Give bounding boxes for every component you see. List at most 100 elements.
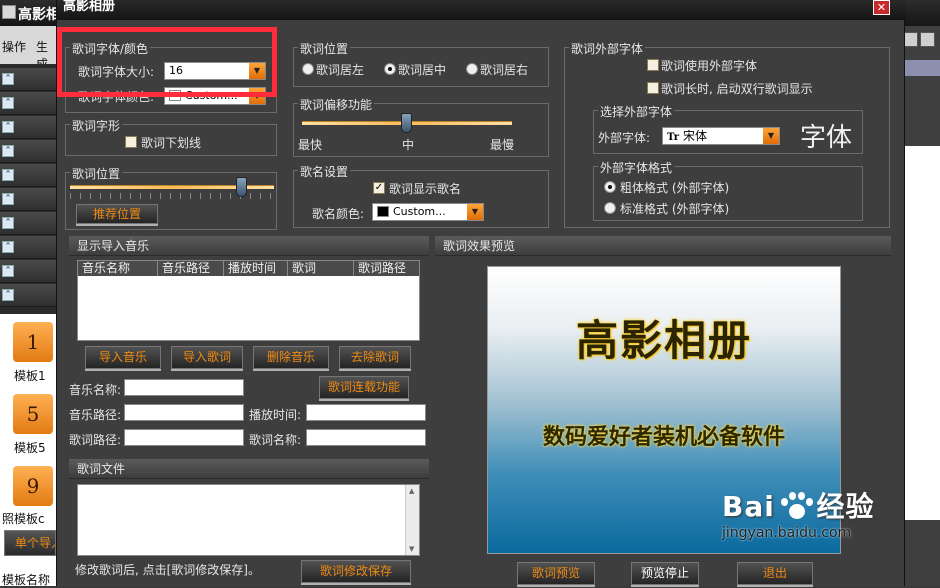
import-lyric-button[interactable]: 导入歌词 <box>171 346 243 369</box>
song-color-value: Custom... <box>393 205 446 218</box>
offset-fastest-label: 最快 <box>298 138 323 152</box>
music-name-label: 音乐名称: <box>69 383 122 397</box>
show-song-name-checkbox[interactable]: ✓ <box>373 182 385 194</box>
lyric-editor-scrollbar[interactable]: ▲ ▼ <box>405 485 419 555</box>
template-label: 模板1 <box>14 369 46 383</box>
column-header[interactable]: 音乐路径 <box>158 261 224 276</box>
menu-operate[interactable]: 操作 <box>2 38 26 55</box>
group-title: 歌词字形 <box>70 117 123 134</box>
scroll-down-icon[interactable]: ▼ <box>409 545 414 553</box>
align-right-label: 歌词居右 <box>480 63 529 77</box>
preview-main-text: 高影相册 <box>575 316 752 365</box>
expand-icon: ⌃ <box>2 145 14 157</box>
expand-icon: ⌃ <box>2 169 14 181</box>
external-font-select[interactable]: Tr 宋体 ▼ <box>662 127 780 145</box>
lyric-save-note: 修改歌词后, 点击[歌词修改保存]。 <box>75 563 260 577</box>
watermark-logo-right: 经验 <box>816 490 875 523</box>
expand-icon: ⌃ <box>2 217 14 229</box>
position-slider-thumb[interactable] <box>236 177 247 197</box>
close-icon[interactable]: ✕ <box>873 0 890 15</box>
column-header[interactable]: 歌词 <box>288 261 354 276</box>
expand-icon: ⌃ <box>2 241 14 253</box>
exit-button[interactable]: 退出 <box>737 562 813 585</box>
double-line-checkbox[interactable] <box>647 82 659 94</box>
main-window-title: 高影相 <box>18 7 60 23</box>
align-left-radio[interactable] <box>302 63 314 75</box>
lyric-style-group: 歌词字形 歌词下划线 <box>65 117 277 156</box>
column-header[interactable]: 播放时间 <box>224 261 288 276</box>
underline-checkbox[interactable] <box>125 136 137 148</box>
import-music-header: 显示导入音乐 <box>69 236 429 256</box>
external-font-label: 外部字体: <box>598 131 651 145</box>
category-row[interactable]: ⌃ <box>0 68 56 91</box>
play-time-input[interactable] <box>306 404 426 421</box>
watermark-url: jingyan.baidu.com <box>722 525 852 541</box>
recommend-position-button[interactable]: 推荐位置 <box>76 204 158 224</box>
lyric-path-input[interactable] <box>124 429 244 446</box>
main-right-toolbar <box>905 60 940 76</box>
expand-icon: ⌃ <box>2 73 14 85</box>
template-tile[interactable]: 5 <box>13 394 53 434</box>
save-lyric-button[interactable]: 歌词修改保存 <box>301 560 411 583</box>
standard-format-label: 标准格式 (外部字体) <box>620 202 730 216</box>
category-row[interactable]: ⌃ <box>0 212 56 235</box>
align-right-radio[interactable] <box>466 63 478 75</box>
music-name-input[interactable] <box>124 379 244 396</box>
align-center-radio[interactable] <box>384 63 396 75</box>
lyric-path-label: 歌词路径: <box>69 433 122 447</box>
chevron-down-icon[interactable]: ▼ <box>467 204 483 220</box>
template-label: 照模板c <box>2 512 45 526</box>
maximize-icon[interactable] <box>920 32 935 47</box>
font-sample: 字体 <box>800 123 853 153</box>
expand-icon: ⌃ <box>2 193 14 205</box>
music-table[interactable]: 音乐名称 音乐路径 播放时间 歌词 歌词路径 <box>77 260 420 341</box>
category-row[interactable]: ⌃ <box>0 188 56 211</box>
align-center-label: 歌词居中 <box>398 63 447 77</box>
song-color-label: 歌名颜色: <box>312 207 365 221</box>
column-header[interactable]: 歌词路径 <box>354 261 421 276</box>
truetype-icon: Tr <box>667 132 679 143</box>
preview-lyric-button[interactable]: 歌词预览 <box>517 562 595 585</box>
lyric-name-input[interactable] <box>306 429 426 446</box>
remove-lyric-button[interactable]: 去除歌词 <box>339 346 411 369</box>
song-name-group: 歌名设置 ✓ 歌词显示歌名 歌名颜色: Custom... ▼ <box>293 163 549 228</box>
category-row[interactable]: ⌃ <box>0 260 56 283</box>
preview-sub-text: 数码爱好者装机必备软件 <box>542 424 785 450</box>
category-row[interactable]: ⌃ <box>0 92 56 115</box>
external-font-format-group: 外部字体格式 粗体格式 (外部字体) 标准格式 (外部字体) <box>593 159 863 221</box>
category-row[interactable]: ⌃ <box>0 236 56 259</box>
stop-preview-button[interactable]: 预览停止 <box>631 562 699 585</box>
main-right-canvas <box>905 146 940 520</box>
expand-icon: ⌃ <box>2 97 14 109</box>
single-import-button[interactable]: 单个导入 <box>4 530 56 556</box>
lyric-load-button[interactable]: 歌词连载功能 <box>319 376 409 399</box>
offset-slider-thumb[interactable] <box>401 113 412 133</box>
template-name-label: 模板名称 <box>2 573 51 587</box>
column-header[interactable]: 音乐名称 <box>78 261 158 276</box>
bold-format-radio[interactable] <box>604 181 616 193</box>
group-title: 歌名设置 <box>298 163 351 180</box>
category-row[interactable]: ⌃ <box>0 116 56 139</box>
minimize-icon[interactable] <box>903 32 918 47</box>
app-icon <box>2 5 16 19</box>
lyric-name-label: 歌词名称: <box>249 433 302 447</box>
category-row[interactable]: ⌃ <box>0 140 56 163</box>
import-music-button[interactable]: 导入音乐 <box>85 346 161 369</box>
use-external-font-checkbox[interactable] <box>647 59 659 71</box>
standard-format-radio[interactable] <box>604 202 616 214</box>
category-row[interactable]: ⌃ <box>0 164 56 187</box>
template-tile[interactable]: 1 <box>13 322 53 362</box>
category-row[interactable]: ⌃ <box>0 284 56 307</box>
chevron-down-icon[interactable]: ▼ <box>763 128 779 144</box>
lyric-offset-group: 歌词偏移功能 最快 中 最慢 <box>293 96 549 157</box>
expand-icon: ⌃ <box>2 289 14 301</box>
group-title: 歌词位置 <box>298 40 351 57</box>
music-path-input[interactable] <box>124 404 244 421</box>
scroll-up-icon[interactable]: ▲ <box>409 487 414 495</box>
lyric-file-editor[interactable]: ▲ ▼ <box>77 484 420 556</box>
template-tile[interactable]: 9 <box>13 466 53 506</box>
delete-music-button[interactable]: 删除音乐 <box>253 346 329 369</box>
song-color-select[interactable]: Custom... ▼ <box>372 203 484 221</box>
template-label: 模板5 <box>14 441 46 455</box>
lyric-align-group: 歌词位置 歌词居左 歌词居中 歌词居右 <box>293 40 549 87</box>
